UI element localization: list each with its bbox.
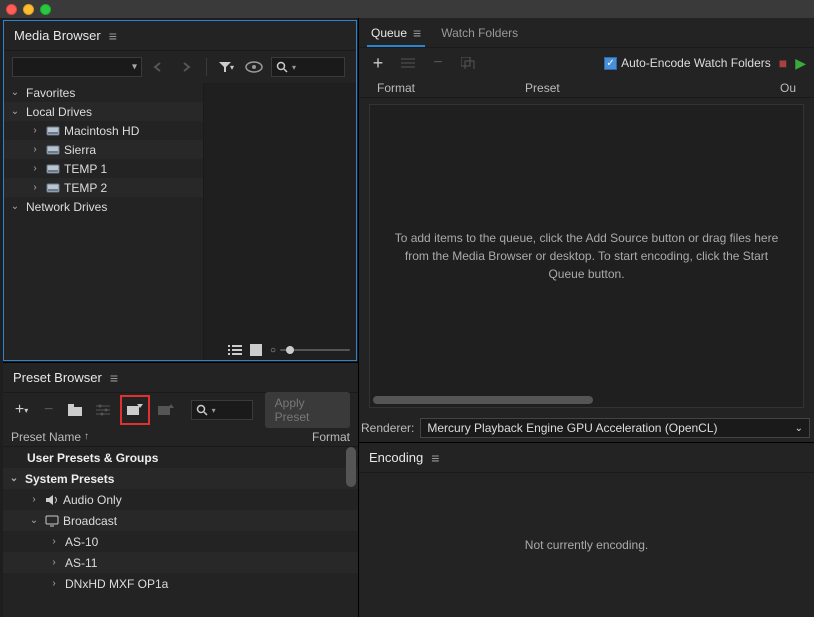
thumbnail-view-icon[interactable] — [250, 344, 262, 356]
auto-encode-checkbox[interactable]: ✓ Auto-Encode Watch Folders — [604, 56, 771, 70]
renderer-label: Renderer: — [359, 421, 414, 435]
drive-icon — [46, 182, 60, 194]
apply-preset-button[interactable]: Apply Preset — [265, 392, 350, 428]
tree-favorites[interactable]: ⌄ Favorites — [4, 83, 203, 102]
format-column[interactable]: Format — [377, 81, 415, 95]
delete-preset-icon: − — [38, 399, 59, 421]
preset-column-headers: Preset Name ↑ Format — [3, 427, 358, 447]
tab-queue[interactable]: Queue ≡ — [367, 19, 425, 46]
sort-asc-icon: ↑ — [84, 431, 89, 442]
preset-item[interactable]: › Audio Only — [3, 489, 358, 510]
drive-icon — [46, 144, 60, 156]
export-preset-icon — [156, 399, 177, 421]
chevron-right-icon: › — [28, 182, 42, 193]
tree-drive-item[interactable]: › Macintosh HD — [4, 121, 203, 140]
tree-drive-item[interactable]: › TEMP 2 — [4, 178, 203, 197]
chevron-down-icon: ⌄ — [8, 201, 22, 212]
chevron-right-icon: › — [28, 163, 42, 174]
chevron-right-icon: › — [27, 494, 41, 505]
chevron-right-icon: › — [28, 125, 42, 136]
chevron-down-icon: ⌄ — [795, 423, 803, 434]
panel-menu-icon[interactable]: ≡ — [109, 28, 117, 44]
panel-menu-icon[interactable]: ≡ — [431, 450, 439, 466]
chevron-right-icon: › — [28, 144, 42, 155]
panel-menu-icon[interactable]: ≡ — [110, 370, 118, 386]
tree-local-drives[interactable]: ⌄ Local Drives — [4, 102, 203, 121]
preset-settings-icon — [92, 399, 113, 421]
preset-search[interactable]: ▾ — [191, 400, 253, 420]
encoding-status: Not currently encoding. — [359, 473, 814, 617]
minimize-window-button[interactable] — [23, 4, 34, 15]
queue-column-headers: Format Preset Ou — [359, 78, 814, 98]
stop-queue-icon[interactable]: ■ — [779, 55, 787, 71]
drive-icon — [46, 125, 60, 137]
media-browser-panel: Media Browser ≡ ▾ ▾ — [3, 20, 357, 361]
preset-browser-title: Preset Browser — [13, 370, 102, 385]
scrollbar-thumb[interactable] — [373, 396, 593, 404]
queue-panel: Queue ≡ Watch Folders + − ✓ Auto-Encode … — [359, 18, 814, 442]
import-preset-icon[interactable] — [124, 399, 146, 421]
chevron-right-icon: › — [47, 536, 61, 547]
chevron-right-icon: › — [47, 578, 61, 589]
new-group-icon[interactable] — [65, 399, 86, 421]
preset-list: User Presets & Groups ⌄ System Presets ›… — [3, 447, 358, 617]
nav-back-icon — [148, 56, 170, 78]
duplicate-icon — [457, 52, 479, 74]
window-titlebar — [0, 0, 814, 18]
filter-icon[interactable]: ▾ — [215, 56, 237, 78]
search-icon — [196, 404, 208, 416]
preset-group-user[interactable]: User Presets & Groups — [3, 447, 358, 468]
scrollbar-thumb[interactable] — [346, 447, 356, 487]
add-source-icon[interactable]: + — [367, 52, 389, 74]
encoding-panel: Encoding ≡ Not currently encoding. — [359, 442, 814, 617]
preset-item[interactable]: › DNxHD MXF OP1a — [3, 573, 358, 594]
panel-menu-icon[interactable]: ≡ — [413, 25, 421, 41]
media-browser-path-select[interactable] — [12, 57, 142, 77]
tab-watch-folders[interactable]: Watch Folders — [437, 20, 522, 45]
nav-forward-icon — [176, 56, 198, 78]
chevron-right-icon: › — [47, 557, 61, 568]
tree-network-drives[interactable]: ⌄ Network Drives — [4, 197, 203, 216]
preset-format-column[interactable]: Format — [312, 430, 350, 444]
preset-item[interactable]: › AS-10 — [3, 531, 358, 552]
preset-browser-panel: Preset Browser ≡ +▾ − ▾ Apply Preset Pre… — [3, 362, 358, 617]
preset-search-input[interactable] — [220, 404, 248, 416]
maximize-window-button[interactable] — [40, 4, 51, 15]
drive-icon — [46, 163, 60, 175]
media-browser-tree: ⌄ Favorites ⌄ Local Drives › Macintosh H… — [4, 83, 204, 360]
output-column[interactable]: Ou — [780, 81, 796, 95]
preset-group-system[interactable]: ⌄ System Presets — [3, 468, 358, 489]
list-view-icon[interactable] — [228, 344, 242, 356]
chevron-down-icon: ⌄ — [8, 106, 22, 117]
new-preset-icon[interactable]: +▾ — [11, 399, 32, 421]
media-browser-search[interactable]: ▾ — [271, 57, 345, 77]
chevron-down-icon: ⌄ — [8, 87, 22, 98]
tree-drive-item[interactable]: › Sierra — [4, 140, 203, 159]
preset-name-column[interactable]: Preset Name ↑ — [11, 430, 312, 444]
chevron-down-icon: ⌄ — [27, 515, 41, 526]
preset-item[interactable]: › AS-11 — [3, 552, 358, 573]
import-preset-highlighted[interactable] — [120, 395, 150, 425]
media-browser-content: ○ — [204, 83, 356, 360]
start-queue-icon[interactable]: ▶ — [795, 55, 806, 72]
close-window-button[interactable] — [6, 4, 17, 15]
queue-settings-icon — [397, 52, 419, 74]
tree-drive-item[interactable]: › TEMP 1 — [4, 159, 203, 178]
preset-item[interactable]: ⌄ Broadcast — [3, 510, 358, 531]
preset-column[interactable]: Preset — [525, 81, 560, 95]
checkbox-checked-icon: ✓ — [604, 57, 617, 70]
zoom-slider[interactable]: ○ — [270, 345, 350, 356]
media-browser-title: Media Browser — [14, 28, 101, 43]
ingest-icon[interactable] — [243, 56, 265, 78]
encoding-title: Encoding — [369, 450, 423, 465]
search-icon — [276, 61, 288, 73]
chevron-down-icon: ⌄ — [7, 473, 21, 484]
queue-drop-area[interactable]: To add items to the queue, click the Add… — [369, 104, 804, 408]
audio-icon — [45, 494, 59, 506]
remove-icon: − — [427, 52, 449, 74]
media-browser-search-input[interactable] — [300, 61, 340, 73]
renderer-select[interactable]: Mercury Playback Engine GPU Acceleration… — [420, 418, 810, 438]
broadcast-icon — [45, 515, 59, 527]
